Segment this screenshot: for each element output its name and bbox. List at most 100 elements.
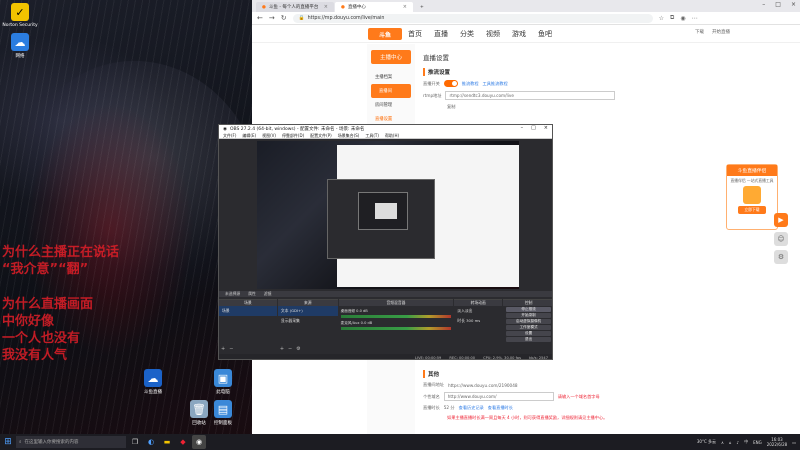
close-icon[interactable]: ×	[544, 125, 548, 131]
desktop-icon-douyu[interactable]: ☁ 斗鱼直播	[134, 369, 172, 395]
nav-yuba[interactable]: 鱼吧	[538, 29, 552, 39]
promo-download-button[interactable]: 立即下载	[738, 206, 766, 214]
menu-view[interactable]: 视图(V)	[262, 133, 276, 138]
tab-close-icon[interactable]: ×	[324, 4, 328, 10]
live-toggle[interactable]	[443, 80, 458, 87]
nav-game[interactable]: 游戏	[512, 29, 526, 39]
close-icon[interactable]: ×	[791, 1, 796, 8]
promo-card[interactable]: 斗鱼直播伴侣 直播伴侣 一站式直播工具 立即下载	[726, 164, 778, 230]
forward-icon[interactable]: →	[269, 14, 275, 22]
menu-scene-collection[interactable]: 场景集合(S)	[338, 133, 360, 138]
minimize-icon[interactable]: –	[521, 125, 524, 131]
tool-tutorial-link[interactable]: 工具推流教程	[483, 81, 508, 87]
sidebar-item-live-room[interactable]: 直播间	[371, 84, 411, 98]
volume-icon[interactable]: ♪	[737, 440, 740, 445]
properties-button[interactable]: 属性	[248, 291, 256, 297]
desktop-icon-control-panel[interactable]: ▤ 控制面板	[204, 400, 242, 426]
desktop-icon-label: 斗鱼直播	[144, 390, 162, 395]
main-content: 直播设置 推流设置 直播开关 推流教程 工具推流教程 rtmp地址 rtmp:/…	[423, 44, 683, 114]
notification-icon[interactable]: ▭	[792, 440, 796, 445]
menu-help[interactable]: 帮助(H)	[385, 133, 399, 138]
search-placeholder: 在这里输入你要搜索的内容	[24, 440, 79, 445]
menu-file[interactable]: 文件(F)	[223, 133, 236, 138]
tab-close-icon[interactable]: ×	[403, 4, 407, 10]
menu-docks[interactable]: 停靠部件(D)	[282, 133, 304, 138]
norton-taskbar-icon[interactable]: ◆	[176, 435, 190, 449]
weather-text[interactable]: 30°C 多云	[697, 439, 716, 445]
sidebar-item-room-manage[interactable]: 房间管理	[367, 98, 415, 112]
nav-live[interactable]: 直播	[434, 29, 448, 39]
float-service-icon[interactable]: ☺	[774, 232, 788, 246]
stop-streaming-button[interactable]: 停止推流	[506, 307, 551, 312]
remove-icon[interactable]: −	[288, 346, 292, 352]
taskbar-search[interactable]: ⌕ 在这里输入你要搜索的内容	[16, 436, 126, 448]
menu-icon[interactable]: ⋯	[692, 15, 698, 22]
tab-douyu[interactable]: ● 斗鱼 - 每个人的直播平台 ×	[256, 2, 334, 12]
volume-meter[interactable]	[340, 315, 452, 318]
transition-select[interactable]: 淡入淡出	[454, 306, 502, 316]
reload-icon[interactable]: ↻	[281, 14, 287, 22]
menu-profile[interactable]: 配置文件(P)	[310, 133, 332, 138]
float-live-icon[interactable]: ▶	[774, 213, 788, 227]
tab-label: 直播中心	[347, 5, 366, 10]
network-icon[interactable]: ⌂	[729, 440, 732, 445]
tab-live-center[interactable]: ● 直播中心 ×	[335, 2, 413, 12]
start-recording-button[interactable]: 开始录制	[506, 313, 551, 318]
start-live-link[interactable]: 开始直播	[712, 29, 730, 35]
history-link[interactable]: 查看历史记录	[459, 405, 484, 411]
volume-meter[interactable]	[340, 327, 452, 330]
duration-row: 直播时长 52 分 查看历史记录 查看直播时长	[423, 405, 683, 411]
add-icon[interactable]: +	[221, 346, 225, 352]
gear-icon[interactable]: ⚙	[296, 346, 300, 352]
clock[interactable]: 16:03 2022/6/28	[767, 437, 788, 447]
add-icon[interactable]: +	[280, 346, 284, 352]
douyu-logo[interactable]: 斗鱼	[368, 28, 402, 40]
download-link[interactable]: 下载	[695, 29, 704, 35]
language-indicator[interactable]: ENG	[753, 440, 762, 445]
preview-obs-recursion-innermost	[375, 203, 397, 219]
menu-tools[interactable]: 工具(T)	[365, 133, 379, 138]
extensions-icon[interactable]: ⧉	[670, 14, 674, 22]
copy-button[interactable]: 复制	[447, 104, 455, 110]
ime-indicator[interactable]: 中	[744, 439, 748, 445]
filters-button[interactable]: 滤镜	[264, 291, 272, 297]
duration-value[interactable]: 300 ms	[466, 318, 480, 323]
virtual-camera-button[interactable]: 启动虚拟摄像机	[506, 319, 551, 324]
star-icon[interactable]: ☆	[659, 15, 664, 22]
windows-start-icon[interactable]: ⊞	[0, 434, 16, 450]
custom-domain-field[interactable]: http://www.douyu.com/	[443, 392, 554, 401]
obs-taskbar-icon[interactable]: ◉	[192, 435, 206, 449]
float-settings-icon[interactable]: ⚙	[774, 250, 788, 264]
source-item[interactable]: 文本 (GDI+)	[277, 306, 338, 316]
maximize-icon[interactable]: □	[531, 125, 536, 131]
duration-label: 时长	[457, 318, 465, 323]
profile-icon[interactable]: ◉	[680, 15, 685, 22]
minimize-icon[interactable]: –	[762, 1, 765, 8]
nav-video[interactable]: 视频	[486, 29, 500, 39]
desktop-icon-network[interactable]: ☁ 网络	[1, 33, 39, 59]
sidebar-item-profile[interactable]: 主播档案	[367, 70, 415, 84]
duration-link[interactable]: 查看直播时长	[488, 405, 513, 411]
desktop-icon-norton[interactable]: ✓ Norton Security	[1, 3, 39, 28]
obs-preview[interactable]	[257, 141, 519, 289]
rtmp-address-field[interactable]: rtmp://sendtc3.douyu.com/live	[445, 91, 616, 100]
new-tab-button[interactable]: +	[414, 2, 426, 12]
menu-edit[interactable]: 编辑(E)	[242, 133, 256, 138]
url-input[interactable]: 🔒 https://mp.douyu.com/live/main	[292, 13, 653, 23]
exit-button[interactable]: 退出	[506, 337, 551, 342]
tray-expand-icon[interactable]: ∧	[721, 440, 724, 445]
push-tutorial-link[interactable]: 推流教程	[462, 81, 479, 87]
studio-mode-button[interactable]: 工作室模式	[506, 325, 551, 330]
task-view-icon[interactable]: ❐	[128, 435, 142, 449]
back-icon[interactable]: ←	[257, 14, 263, 22]
remove-icon[interactable]: −	[229, 346, 233, 352]
file-explorer-icon[interactable]: ▬	[160, 435, 174, 449]
scene-item[interactable]: 场景	[219, 306, 277, 316]
source-item[interactable]: 显示器采集	[278, 316, 338, 326]
maximize-icon[interactable]: □	[775, 1, 781, 8]
nav-home[interactable]: 首页	[408, 29, 422, 39]
edge-icon[interactable]: ◐	[144, 435, 158, 449]
settings-button[interactable]: 设置	[506, 331, 551, 336]
desktop-icon-this-pc[interactable]: ▣ 此电脑	[204, 369, 242, 395]
nav-category[interactable]: 分类	[460, 29, 474, 39]
